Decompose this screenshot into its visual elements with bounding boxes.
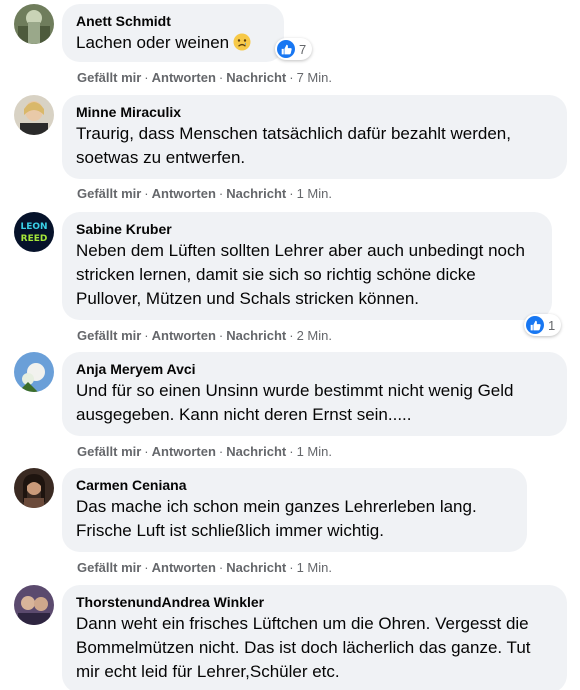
separator-dot: · xyxy=(218,186,224,201)
comment-time[interactable]: 1 Min. xyxy=(297,560,332,575)
comment-bubble: Minne Miraculix Traurig, dass Menschen t… xyxy=(62,95,567,179)
comment-bubble: ThorstenundAndrea Winkler Dann weht ein … xyxy=(62,585,567,690)
separator-dot: · xyxy=(218,560,224,575)
comment-actions: Gefällt mir · Antworten · Nachricht · 1 Min. xyxy=(77,444,332,460)
like-link[interactable]: Gefällt mir xyxy=(77,328,141,343)
reaction-count: 7 xyxy=(299,41,307,57)
separator-dot: · xyxy=(144,444,149,459)
separator-dot: · xyxy=(144,328,149,343)
separator-dot: · xyxy=(289,70,294,85)
comment-time[interactable]: 1 Min. xyxy=(297,186,332,201)
reply-link[interactable]: Antworten xyxy=(152,328,216,343)
separator-dot: · xyxy=(218,444,224,459)
svg-text:REED: REED xyxy=(21,234,48,244)
comment-time[interactable]: 2 Min. xyxy=(297,328,332,343)
avatar[interactable] xyxy=(14,4,54,44)
avatar[interactable] xyxy=(14,468,54,508)
message-link[interactable]: Nachricht xyxy=(226,560,286,575)
comment-bubble: Carmen Ceniana Das mache ich schon mein … xyxy=(62,468,527,552)
separator-dot: · xyxy=(289,444,294,459)
sad-face-emoji-icon xyxy=(233,33,251,51)
reply-link[interactable]: Antworten xyxy=(152,560,216,575)
reaction-count-pill[interactable]: 1 xyxy=(524,314,562,336)
separator-dot: · xyxy=(289,560,294,575)
comment-author[interactable]: Anja Meryem Avci xyxy=(76,360,553,378)
comment-time[interactable]: 1 Min. xyxy=(297,444,332,459)
reply-link[interactable]: Antworten xyxy=(152,444,216,459)
like-icon xyxy=(277,40,295,58)
avatar[interactable] xyxy=(14,585,54,625)
comment-actions: Gefällt mir · Antworten · Nachricht · 1 Min. xyxy=(77,560,332,576)
message-link[interactable]: Nachricht xyxy=(226,186,286,201)
comments-feed: Anett Schmidt Lachen oder weinen 7 Gefäl… xyxy=(0,0,580,690)
message-link[interactable]: Nachricht xyxy=(226,328,286,343)
comment-actions: Gefällt mir · Antworten · Nachricht · 1 Min. xyxy=(77,186,332,202)
comment-author[interactable]: Anett Schmidt xyxy=(76,12,270,30)
separator-dot: · xyxy=(218,328,224,343)
comment-time[interactable]: 7 Min. xyxy=(297,70,332,85)
separator-dot: · xyxy=(218,70,224,85)
separator-dot: · xyxy=(144,70,149,85)
separator-dot: · xyxy=(289,328,294,343)
comment-text: Lachen oder weinen xyxy=(76,33,230,52)
comment-actions: Gefällt mir · Antworten · Nachricht · 7 Min. xyxy=(77,70,332,86)
comment-author[interactable]: ThorstenundAndrea Winkler xyxy=(76,593,553,611)
comment-author[interactable]: Carmen Ceniana xyxy=(76,476,513,494)
comment-bubble: Sabine Kruber Neben dem Lüften sollten L… xyxy=(62,212,552,320)
comment-author[interactable]: Minne Miraculix xyxy=(76,103,553,121)
comment-bubble: Anja Meryem Avci Und für so einen Unsinn… xyxy=(62,352,567,436)
avatar[interactable] xyxy=(14,95,54,135)
reply-link[interactable]: Antworten xyxy=(152,186,216,201)
like-link[interactable]: Gefällt mir xyxy=(77,560,141,575)
comment-text: Und für so einen Unsinn wurde bestimmt n… xyxy=(76,381,514,424)
comment-text: Neben dem Lüften sollten Lehrer aber auc… xyxy=(76,241,525,308)
like-link[interactable]: Gefällt mir xyxy=(77,70,141,85)
like-link[interactable]: Gefällt mir xyxy=(77,444,141,459)
comment-text: Traurig, dass Menschen tatsächlich dafür… xyxy=(76,124,511,167)
comment-text: Dann weht ein frisches Lüftchen um die O… xyxy=(76,614,531,681)
message-link[interactable]: Nachricht xyxy=(226,444,286,459)
comment-author[interactable]: Sabine Kruber xyxy=(76,220,538,238)
avatar[interactable] xyxy=(14,352,54,392)
separator-dot: · xyxy=(144,186,149,201)
comment-text: Das mache ich schon mein ganzes Lehrerle… xyxy=(76,497,477,540)
comment-actions: Gefällt mir · Antworten · Nachricht · 2 Min. xyxy=(77,328,332,344)
like-icon xyxy=(526,316,544,334)
reaction-count-pill[interactable]: 7 xyxy=(275,38,313,60)
message-link[interactable]: Nachricht xyxy=(226,70,286,85)
separator-dot: · xyxy=(144,560,149,575)
reaction-count: 1 xyxy=(548,317,556,333)
svg-text:LEON: LEON xyxy=(20,222,47,232)
comment-bubble: Anett Schmidt Lachen oder weinen xyxy=(62,4,284,62)
reply-link[interactable]: Antworten xyxy=(152,70,216,85)
like-link[interactable]: Gefällt mir xyxy=(77,186,141,201)
avatar[interactable]: LEON REED xyxy=(14,212,54,252)
separator-dot: · xyxy=(289,186,294,201)
